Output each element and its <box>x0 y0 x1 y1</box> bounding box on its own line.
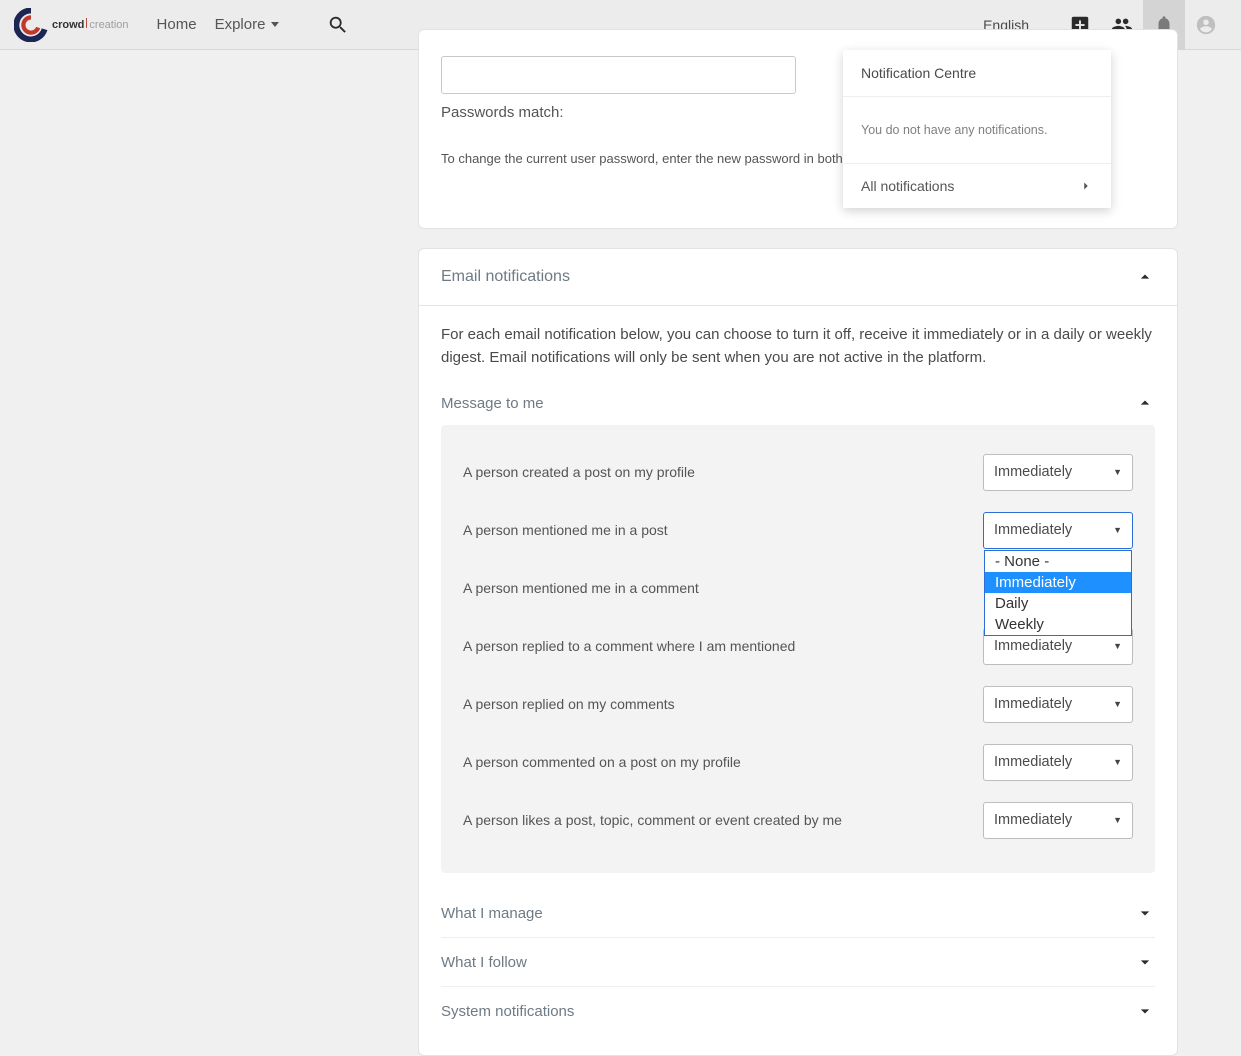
select-value: Immediately <box>994 696 1072 712</box>
setting-label: A person replied to a comment where I am… <box>463 638 795 654</box>
message-to-me-toggle[interactable]: Message to me <box>441 387 1155 425</box>
select-value: Immediately <box>994 464 1072 480</box>
email-notifications-card: Email notifications For each email notif… <box>418 248 1178 1056</box>
option-immediately[interactable]: Immediately <box>985 572 1131 593</box>
section-what-i-manage[interactable]: What I manage <box>441 877 1155 937</box>
setting-row: A person created a post on my profile Im… <box>463 443 1133 501</box>
select-value: Immediately <box>994 638 1072 654</box>
section-system-notifications[interactable]: System notifications <box>441 986 1155 1035</box>
notification-dropdown-empty: You do not have any notifications. <box>843 97 1111 163</box>
main-nav: Home Explore <box>157 16 280 33</box>
email-notifications-title: Email notifications <box>441 268 570 286</box>
option-daily[interactable]: Daily <box>985 593 1131 614</box>
search-button[interactable] <box>327 14 349 36</box>
caret-down-icon: ▼ <box>1113 757 1122 767</box>
nav-explore-label: Explore <box>215 16 266 33</box>
chevron-down-icon <box>1135 952 1155 972</box>
account-button[interactable] <box>1185 0 1227 50</box>
setting-row: A person replied on my comments Immediat… <box>463 675 1133 733</box>
message-to-me-title: Message to me <box>441 395 544 412</box>
setting-label: A person replied on my comments <box>463 696 675 712</box>
option-weekly[interactable]: Weekly <box>985 614 1131 635</box>
collapsed-sections: What I manage What I follow System notif… <box>419 877 1177 1055</box>
email-panel-body: For each email notification below, you c… <box>419 306 1177 877</box>
confirm-password-input[interactable] <box>441 56 796 94</box>
select-value: Immediately <box>994 754 1072 770</box>
notification-dropdown: Notification Centre You do not have any … <box>843 50 1111 208</box>
setting-label: A person mentioned me in a post <box>463 522 668 538</box>
option-none[interactable]: - None - <box>985 551 1131 572</box>
frequency-select[interactable]: Immediately ▼ - None - Immediately Daily… <box>983 512 1133 549</box>
brand-text: crowd creation <box>52 18 129 31</box>
frequency-options: - None - Immediately Daily Weekly <box>984 550 1132 636</box>
section-what-i-follow[interactable]: What I follow <box>441 937 1155 986</box>
section-label: What I follow <box>441 954 527 971</box>
chevron-right-icon <box>1079 179 1093 193</box>
select-value: Immediately <box>994 522 1072 538</box>
caret-down-icon: ▼ <box>1113 699 1122 709</box>
message-to-me-settings: A person created a post on my profile Im… <box>441 425 1155 873</box>
setting-label: A person created a post on my profile <box>463 464 695 480</box>
caret-down-icon: ▼ <box>1113 467 1122 477</box>
all-notifications-label: All notifications <box>861 178 954 194</box>
frequency-select[interactable]: Immediately ▼ <box>983 802 1133 839</box>
caret-down-icon <box>271 22 279 27</box>
all-notifications-link[interactable]: All notifications <box>843 163 1111 208</box>
setting-label: A person commented on a post on my profi… <box>463 754 741 770</box>
frequency-select[interactable]: Immediately ▼ <box>983 454 1133 491</box>
section-label: What I manage <box>441 905 543 922</box>
setting-label: A person mentioned me in a comment <box>463 580 699 596</box>
frequency-select[interactable]: Immediately ▼ <box>983 744 1133 781</box>
notification-dropdown-title: Notification Centre <box>843 50 1111 97</box>
frequency-select[interactable]: Immediately ▼ <box>983 686 1133 723</box>
chevron-up-icon <box>1135 393 1155 413</box>
setting-row: A person likes a post, topic, comment or… <box>463 791 1133 849</box>
chevron-up-icon <box>1135 267 1155 287</box>
setting-row: A person commented on a post on my profi… <box>463 733 1133 791</box>
chevron-down-icon <box>1135 1001 1155 1021</box>
chevron-down-icon <box>1135 903 1155 923</box>
caret-down-icon: ▼ <box>1113 641 1122 651</box>
caret-down-icon: ▼ <box>1113 815 1122 825</box>
select-value: Immediately <box>994 812 1072 828</box>
setting-label: A person likes a post, topic, comment or… <box>463 812 842 828</box>
logo[interactable]: crowd creation <box>14 8 129 42</box>
email-intro-text: For each email notification below, you c… <box>441 324 1155 369</box>
nav-home[interactable]: Home <box>157 16 197 33</box>
nav-explore[interactable]: Explore <box>215 16 280 33</box>
caret-down-icon: ▼ <box>1113 525 1122 535</box>
email-notifications-toggle[interactable]: Email notifications <box>419 249 1177 306</box>
setting-row: A person mentioned me in a post Immediat… <box>463 501 1133 559</box>
